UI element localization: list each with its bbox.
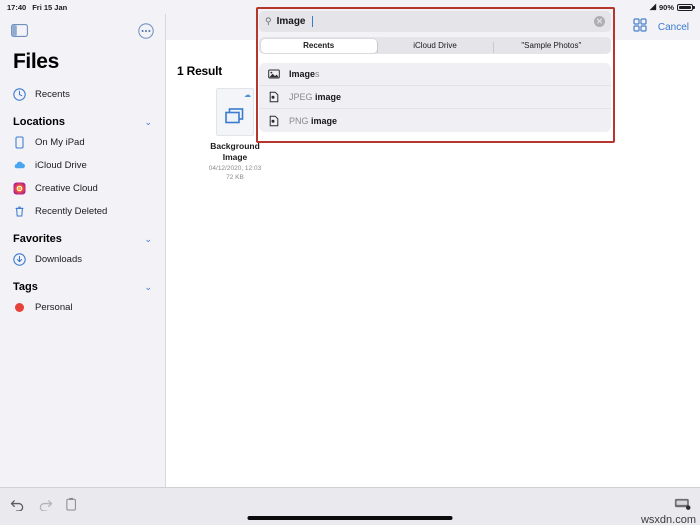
clock-icon [13, 88, 26, 101]
suggestion-label: Images [289, 69, 320, 79]
grid-view-icon[interactable] [633, 17, 647, 37]
trash-icon [13, 205, 26, 218]
chevron-down-icon[interactable]: ⌄ [144, 234, 152, 245]
clear-circle-icon[interactable]: ✕ [594, 16, 605, 27]
suggestion-label: PNG image [289, 116, 337, 126]
search-panel: ⚲ Image ✕ Recents iCloud Drive "Sample P… [259, 11, 611, 132]
segment-label: Recents [303, 41, 335, 50]
home-indicator [247, 516, 453, 520]
status-bar-left: 17:40 Fri 15 Jan [7, 3, 67, 12]
bottom-toolbar-left [10, 497, 78, 516]
sidebar-item-label: Downloads [35, 254, 82, 265]
sidebar-section-locations-header[interactable]: Locations ⌄ [0, 106, 165, 131]
suggestion-prefix: JPEG [289, 92, 316, 102]
segment-recents[interactable]: Recents [260, 38, 377, 53]
chevron-down-icon[interactable]: ⌄ [144, 117, 152, 128]
creative-cloud-icon [13, 182, 26, 195]
sidebar-item-downloads[interactable]: Downloads [0, 248, 165, 271]
sidebar-item-label: Recents [35, 89, 70, 100]
sidebar-item-personal-tag[interactable]: Personal [0, 296, 165, 319]
suggestion-match: Image [289, 69, 316, 79]
suggestion-rest: s [315, 69, 320, 79]
search-query-text: Image [276, 16, 306, 27]
red-dot-icon [13, 301, 26, 314]
ipad-icon [13, 136, 26, 149]
sidebar-item-recently-deleted[interactable]: Recently Deleted [0, 200, 165, 223]
suggestion-label: JPEG image [289, 92, 341, 102]
section-title: Tags [13, 281, 38, 293]
download-icon [13, 253, 26, 266]
segment-sample-photos[interactable]: "Sample Photos" [493, 39, 609, 53]
search-scope-segmented-control[interactable]: Recents iCloud Drive "Sample Photos" [259, 37, 611, 54]
sidebar-item-label: Recently Deleted [35, 206, 108, 217]
wifi-icon: ◢ [649, 2, 656, 11]
search-input[interactable]: ⚲ Image ✕ [259, 11, 611, 32]
file-date: 04/12/2020, 12:03 [208, 165, 262, 173]
text-caret [311, 16, 313, 27]
sidebar-toggle-icon[interactable] [11, 24, 28, 42]
file-doc-icon [268, 115, 280, 127]
watermark-label: wsxdn.com [640, 514, 696, 525]
sidebar-section-tags-header[interactable]: Tags ⌄ [0, 271, 165, 296]
sidebar-item-label: On My iPad [35, 137, 85, 148]
suggestion-item-png-image[interactable]: PNG image [259, 109, 611, 132]
undo-icon[interactable] [10, 498, 25, 516]
status-bar-right: ◢ 90% [649, 2, 695, 12]
suggestion-prefix: PNG [289, 115, 312, 126]
sidebar-section-favorites-header[interactable]: Favorites ⌄ [0, 223, 165, 248]
status-time: 17:40 [7, 2, 27, 12]
page-title: Files [13, 50, 59, 73]
file-doc-icon [268, 91, 280, 103]
search-icon: ⚲ [265, 16, 272, 26]
sidebar-item-on-my-ipad[interactable]: On My iPad [0, 131, 165, 154]
segment-label: iCloud Drive [413, 41, 457, 50]
files-app-window: 17:40 Fri 15 Jan ◢ 90% Files Recents Loc… [0, 0, 700, 525]
sidebar-item-label: Creative Cloud [35, 183, 98, 194]
bottom-toolbar: wsxdn.com [0, 487, 700, 525]
sidebar-item-creative-cloud[interactable]: Creative Cloud [0, 177, 165, 200]
suggestion-item-jpeg-image[interactable]: JPEG image [259, 86, 611, 109]
section-title: Favorites [13, 233, 62, 245]
suggestion-item-images[interactable]: Images [259, 63, 611, 86]
document-thumbnail-icon[interactable]: ☁ [216, 88, 254, 136]
file-name-line2: Image [222, 151, 248, 162]
sidebar: Files Recents Locations ⌄ On My iPad iCl… [0, 14, 166, 487]
sidebar-item-recents[interactable]: Recents [0, 83, 165, 106]
sidebar-topbar [0, 20, 165, 46]
battery-percent-label: 90% [658, 2, 674, 12]
paste-icon[interactable] [66, 497, 78, 516]
redo-icon[interactable] [38, 498, 53, 516]
suggestion-match: image [311, 115, 338, 126]
sidebar-item-label: Personal [35, 302, 73, 313]
search-suggestions-list: Images JPEG image PNG image [259, 63, 611, 132]
suggestion-match: image [315, 92, 342, 102]
battery-icon [677, 3, 695, 11]
keyboard-dismiss-icon[interactable] [674, 498, 691, 515]
chevron-down-icon[interactable]: ⌄ [144, 282, 152, 293]
cancel-button[interactable]: Cancel [658, 22, 689, 33]
file-name-line1: Background [210, 141, 260, 151]
photo-icon [268, 68, 280, 80]
status-date: Fri 15 Jan [32, 2, 68, 12]
segment-label: "Sample Photos" [521, 41, 582, 50]
segment-icloud-drive[interactable]: iCloud Drive [376, 39, 493, 53]
cloud-icon [13, 159, 26, 172]
file-size: 72 KB [226, 174, 244, 182]
more-circle-icon[interactable] [138, 22, 154, 44]
section-title: Locations [13, 116, 65, 128]
sidebar-item-label: iCloud Drive [35, 160, 87, 171]
sidebar-item-icloud-drive[interactable]: iCloud Drive [0, 154, 165, 177]
